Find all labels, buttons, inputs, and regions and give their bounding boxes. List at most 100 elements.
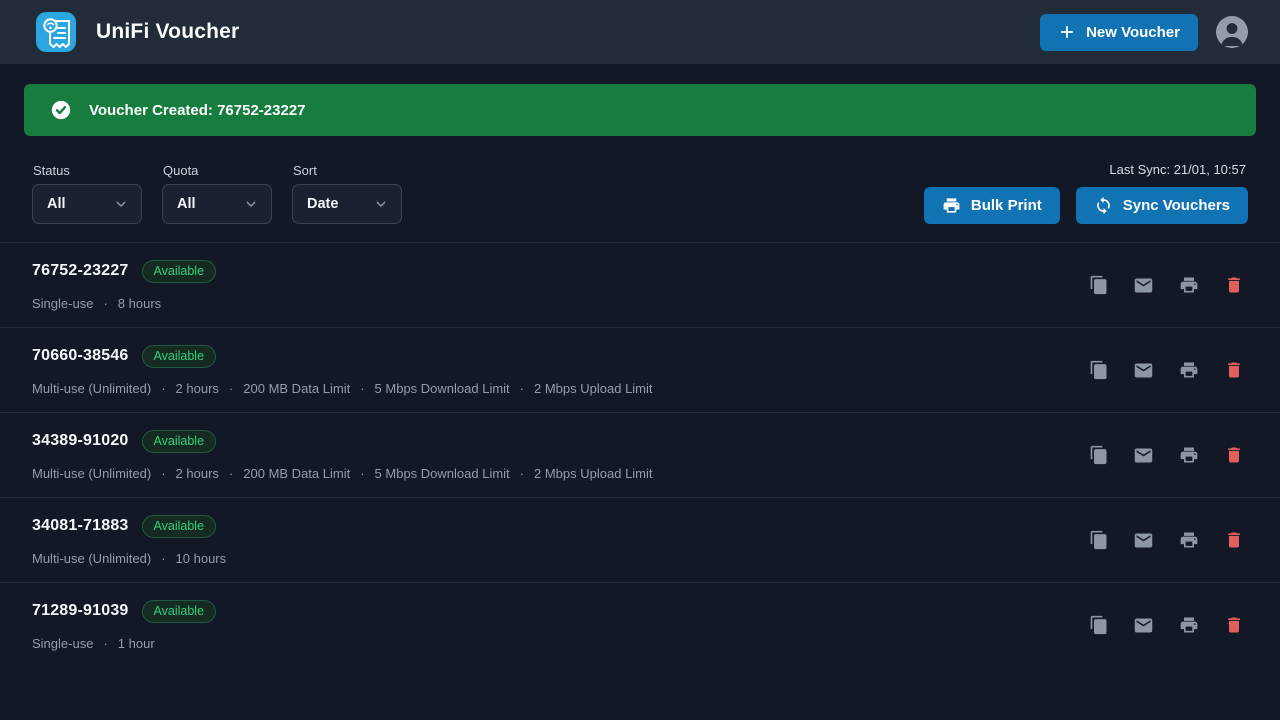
detail-separator: · [360,381,364,396]
detail-item: 2 Mbps Upload Limit [534,381,653,396]
detail-item: Multi-use (Unlimited) [32,551,151,566]
printer-icon [1179,360,1199,380]
detail-item: 5 Mbps Download Limit [375,466,510,481]
copy-button[interactable] [1088,445,1109,466]
voucher-code: 34081-71883 [32,517,129,535]
sync-vouchers-label: Sync Vouchers [1123,197,1230,214]
sort-filter-select[interactable]: Date [292,184,402,224]
bulk-print-label: Bulk Print [971,197,1042,214]
status-filter-select[interactable]: All [32,184,142,224]
print-button[interactable] [1178,530,1199,551]
email-button[interactable] [1133,530,1154,551]
chevron-down-icon [373,196,389,212]
copy-icon [1089,360,1109,380]
voucher-details: Multi-use (Unlimited)·10 hours [32,551,226,566]
voucher-details: Multi-use (Unlimited)·2 hours·200 MB Dat… [32,381,653,396]
voucher-code: 34389-91020 [32,432,129,450]
envelope-icon [1133,360,1154,381]
voucher-details: Single-use·1 hour [32,636,216,651]
new-voucher-label: New Voucher [1086,24,1180,41]
email-button[interactable] [1133,615,1154,636]
last-sync-text: Last Sync: 21/01, 10:57 [1109,162,1246,177]
copy-icon [1089,275,1109,295]
detail-item: Single-use [32,296,93,311]
copy-button[interactable] [1088,615,1109,636]
email-button[interactable] [1133,445,1154,466]
copy-icon [1089,615,1109,635]
app-logo-voucher-icon [36,12,76,52]
print-button[interactable] [1178,360,1199,381]
detail-separator: · [520,466,524,481]
print-button[interactable] [1178,445,1199,466]
status-filter-label: Status [33,163,142,178]
trash-icon [1224,615,1244,635]
bulk-print-button[interactable]: Bulk Print [924,187,1060,224]
row-actions [1088,275,1244,296]
quota-filter-label: Quota [163,163,272,178]
status-badge: Available [142,260,217,283]
detail-item: Single-use [32,636,93,651]
print-button[interactable] [1178,275,1199,296]
check-circle-icon [50,99,72,121]
envelope-icon [1133,530,1154,551]
success-banner: Voucher Created: 76752-23227 [24,84,1256,136]
printer-icon [942,196,961,215]
delete-button[interactable] [1223,615,1244,636]
delete-button[interactable] [1223,360,1244,381]
status-badge: Available [142,600,217,623]
row-actions [1088,615,1244,636]
printer-icon [1179,530,1199,550]
quota-filter-value: All [177,196,196,212]
voucher-row: 76752-23227 Available Single-use·8 hours [0,242,1280,327]
detail-item: 1 hour [118,636,155,651]
chevron-down-icon [243,196,259,212]
trash-icon [1224,530,1244,550]
detail-separator: · [229,381,233,396]
printer-icon [1179,615,1199,635]
app-header: UniFi Voucher New Voucher [0,0,1280,64]
status-badge: Available [142,430,217,453]
email-button[interactable] [1133,275,1154,296]
copy-button[interactable] [1088,530,1109,551]
sort-filter-value: Date [307,196,338,212]
voucher-code: 71289-91039 [32,602,129,620]
voucher-details: Multi-use (Unlimited)·2 hours·200 MB Dat… [32,466,653,481]
user-circle-icon [1216,16,1248,48]
copy-button[interactable] [1088,275,1109,296]
delete-button[interactable] [1223,530,1244,551]
page-title: UniFi Voucher [96,20,239,44]
new-voucher-button[interactable]: New Voucher [1040,14,1198,51]
print-button[interactable] [1178,615,1199,636]
copy-icon [1089,530,1109,550]
detail-separator: · [229,466,233,481]
email-button[interactable] [1133,360,1154,381]
voucher-row: 34389-91020 Available Multi-use (Unlimit… [0,412,1280,497]
printer-icon [1179,445,1199,465]
detail-item: 10 hours [176,551,227,566]
copy-button[interactable] [1088,360,1109,381]
row-actions [1088,360,1244,381]
banner-message: Voucher Created: 76752-23227 [89,102,306,119]
voucher-code: 76752-23227 [32,262,129,280]
status-badge: Available [142,515,217,538]
detail-separator: · [161,466,165,481]
quota-filter-select[interactable]: All [162,184,272,224]
detail-item: 200 MB Data Limit [243,381,350,396]
detail-item: 2 hours [176,466,219,481]
delete-button[interactable] [1223,275,1244,296]
delete-button[interactable] [1223,445,1244,466]
detail-item: 2 Mbps Upload Limit [534,466,653,481]
sync-vouchers-button[interactable]: Sync Vouchers [1076,187,1248,224]
chevron-down-icon [113,196,129,212]
refresh-sync-icon [1094,196,1113,215]
user-avatar-button[interactable] [1216,16,1248,48]
detail-item: 200 MB Data Limit [243,466,350,481]
voucher-row: 34081-71883 Available Multi-use (Unlimit… [0,497,1280,582]
detail-item: 8 hours [118,296,161,311]
trash-icon [1224,360,1244,380]
row-actions [1088,530,1244,551]
voucher-row: 71289-91039 Available Single-use·1 hour [0,582,1280,667]
copy-icon [1089,445,1109,465]
detail-item: 5 Mbps Download Limit [375,381,510,396]
sort-filter-label: Sort [293,163,402,178]
